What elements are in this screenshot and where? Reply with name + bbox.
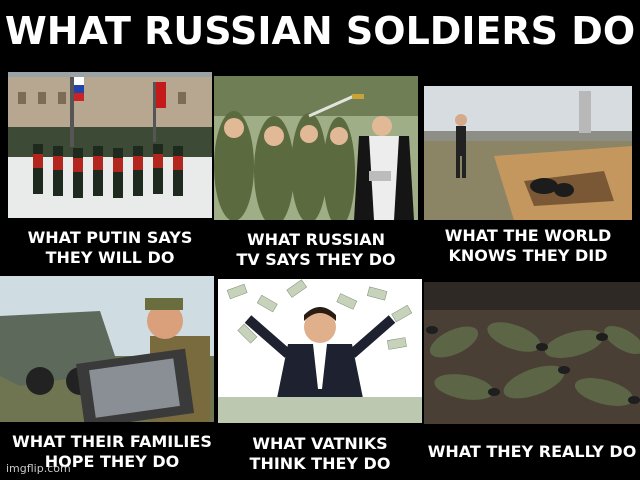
caption-line: WHAT RUSSIAN xyxy=(246,230,386,249)
caption-line: THINK THEY DO xyxy=(249,454,391,473)
caption-line: WHAT THEIR FAMILIES xyxy=(12,432,212,451)
parade-photo xyxy=(8,72,212,218)
bodies-photo xyxy=(424,282,640,424)
caption-line: TV SAYS THEY DO xyxy=(236,250,396,269)
panel-image-bodies xyxy=(424,282,640,424)
caption-line: WHAT THE WORLD xyxy=(444,226,612,245)
tv-photo xyxy=(0,276,214,422)
caption-panel-5: WHAT VATNIKS THINK THEY DO xyxy=(218,434,422,474)
caption-line: THEY WILL DO xyxy=(45,248,175,267)
field-photo xyxy=(424,86,632,220)
caption-panel-6: WHAT THEY REALLY DO xyxy=(424,442,640,462)
money-photo xyxy=(218,279,422,423)
caption-line: WHAT PUTIN SAYS xyxy=(27,228,193,247)
panel-image-blessing xyxy=(214,76,418,220)
blessing-photo xyxy=(214,76,418,220)
caption-panel-1: WHAT PUTIN SAYS THEY WILL DO xyxy=(8,228,212,268)
caption-line: WHAT THEY REALLY DO xyxy=(427,442,637,461)
panel-image-parade xyxy=(8,72,212,218)
meme-title: WHAT RUSSIAN SOLDIERS DO xyxy=(4,9,636,53)
caption-line: KNOWS THEY DID xyxy=(448,246,608,265)
caption-panel-2: WHAT RUSSIAN TV SAYS THEY DO xyxy=(214,230,418,270)
panel-image-money xyxy=(218,279,422,423)
panel-image-field xyxy=(424,86,632,220)
watermark: imgflip.com xyxy=(6,462,71,475)
panel-image-tv xyxy=(0,276,214,422)
caption-panel-3: WHAT THE WORLD KNOWS THEY DID xyxy=(424,226,632,266)
caption-line: WHAT VATNIKS xyxy=(252,434,388,453)
